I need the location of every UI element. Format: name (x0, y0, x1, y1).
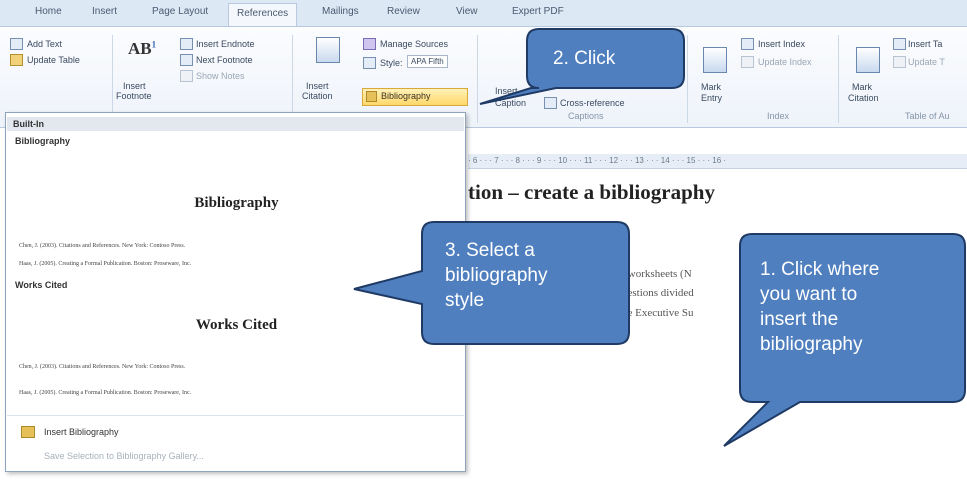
callout-1-line-4: bibliography (760, 334, 863, 355)
callout-2-line-1: 2. Click (553, 48, 616, 69)
callout-1-line-2: you want to (760, 284, 858, 305)
word-window: Home Insert Page Layout References Maili… (0, 0, 967, 487)
callout-3-line-3: style (445, 290, 485, 311)
callout-1-line-3: insert the (760, 309, 839, 330)
callout-1-line-1: 1. Click where (760, 259, 880, 280)
callout-3-text: 3. Select a bibliography style (445, 238, 547, 313)
callout-2-text: 2. Click (553, 46, 615, 71)
callout-1-text: 1. Click where you want to insert the bi… (760, 257, 879, 357)
callout-3-line-1: 3. Select a (445, 240, 535, 261)
callout-3-line-2: bibliography (445, 265, 548, 286)
